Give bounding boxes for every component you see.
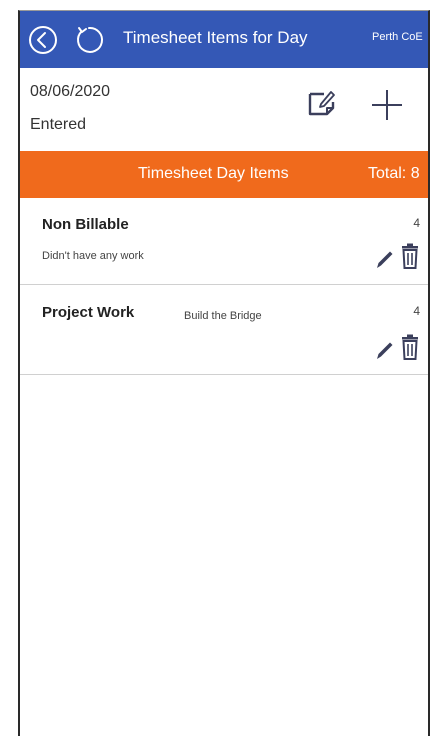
list-empty-area	[20, 375, 428, 736]
item-name: Non Billable	[42, 216, 129, 233]
trash-icon[interactable]	[400, 334, 420, 360]
page-title: Timesheet Items for Day	[123, 28, 308, 47]
section-title: Timesheet Day Items	[138, 165, 289, 182]
edit-note-icon[interactable]	[307, 88, 337, 118]
pencil-icon[interactable]	[373, 247, 397, 271]
back-arrow-circle-icon[interactable]	[27, 24, 59, 56]
day-status: Entered	[30, 116, 87, 133]
item-hours: 4	[413, 216, 420, 230]
plus-icon[interactable]	[369, 87, 405, 123]
list-item[interactable]: Non Billable Didn't have any work 4	[20, 198, 428, 285]
total-hours: Total: 8	[368, 165, 420, 182]
app-frame: Timesheet Items for Day Perth CoE 08/06/…	[18, 10, 430, 736]
item-description: Build the Bridge	[184, 310, 262, 322]
refresh-icon[interactable]	[73, 24, 105, 56]
trash-icon[interactable]	[400, 243, 420, 269]
org-label: Perth CoE	[372, 31, 423, 43]
day-date: 08/06/2020	[30, 83, 111, 100]
section-header: Timesheet Day Items Total: 8	[20, 151, 428, 198]
pencil-icon[interactable]	[373, 338, 397, 362]
item-description: Didn't have any work	[42, 250, 144, 262]
header-bar: Timesheet Items for Day Perth CoE	[20, 11, 428, 68]
item-name: Project Work	[42, 304, 135, 321]
item-hours: 4	[413, 304, 420, 318]
list-item[interactable]: Project Work Build the Bridge 4	[20, 285, 428, 375]
